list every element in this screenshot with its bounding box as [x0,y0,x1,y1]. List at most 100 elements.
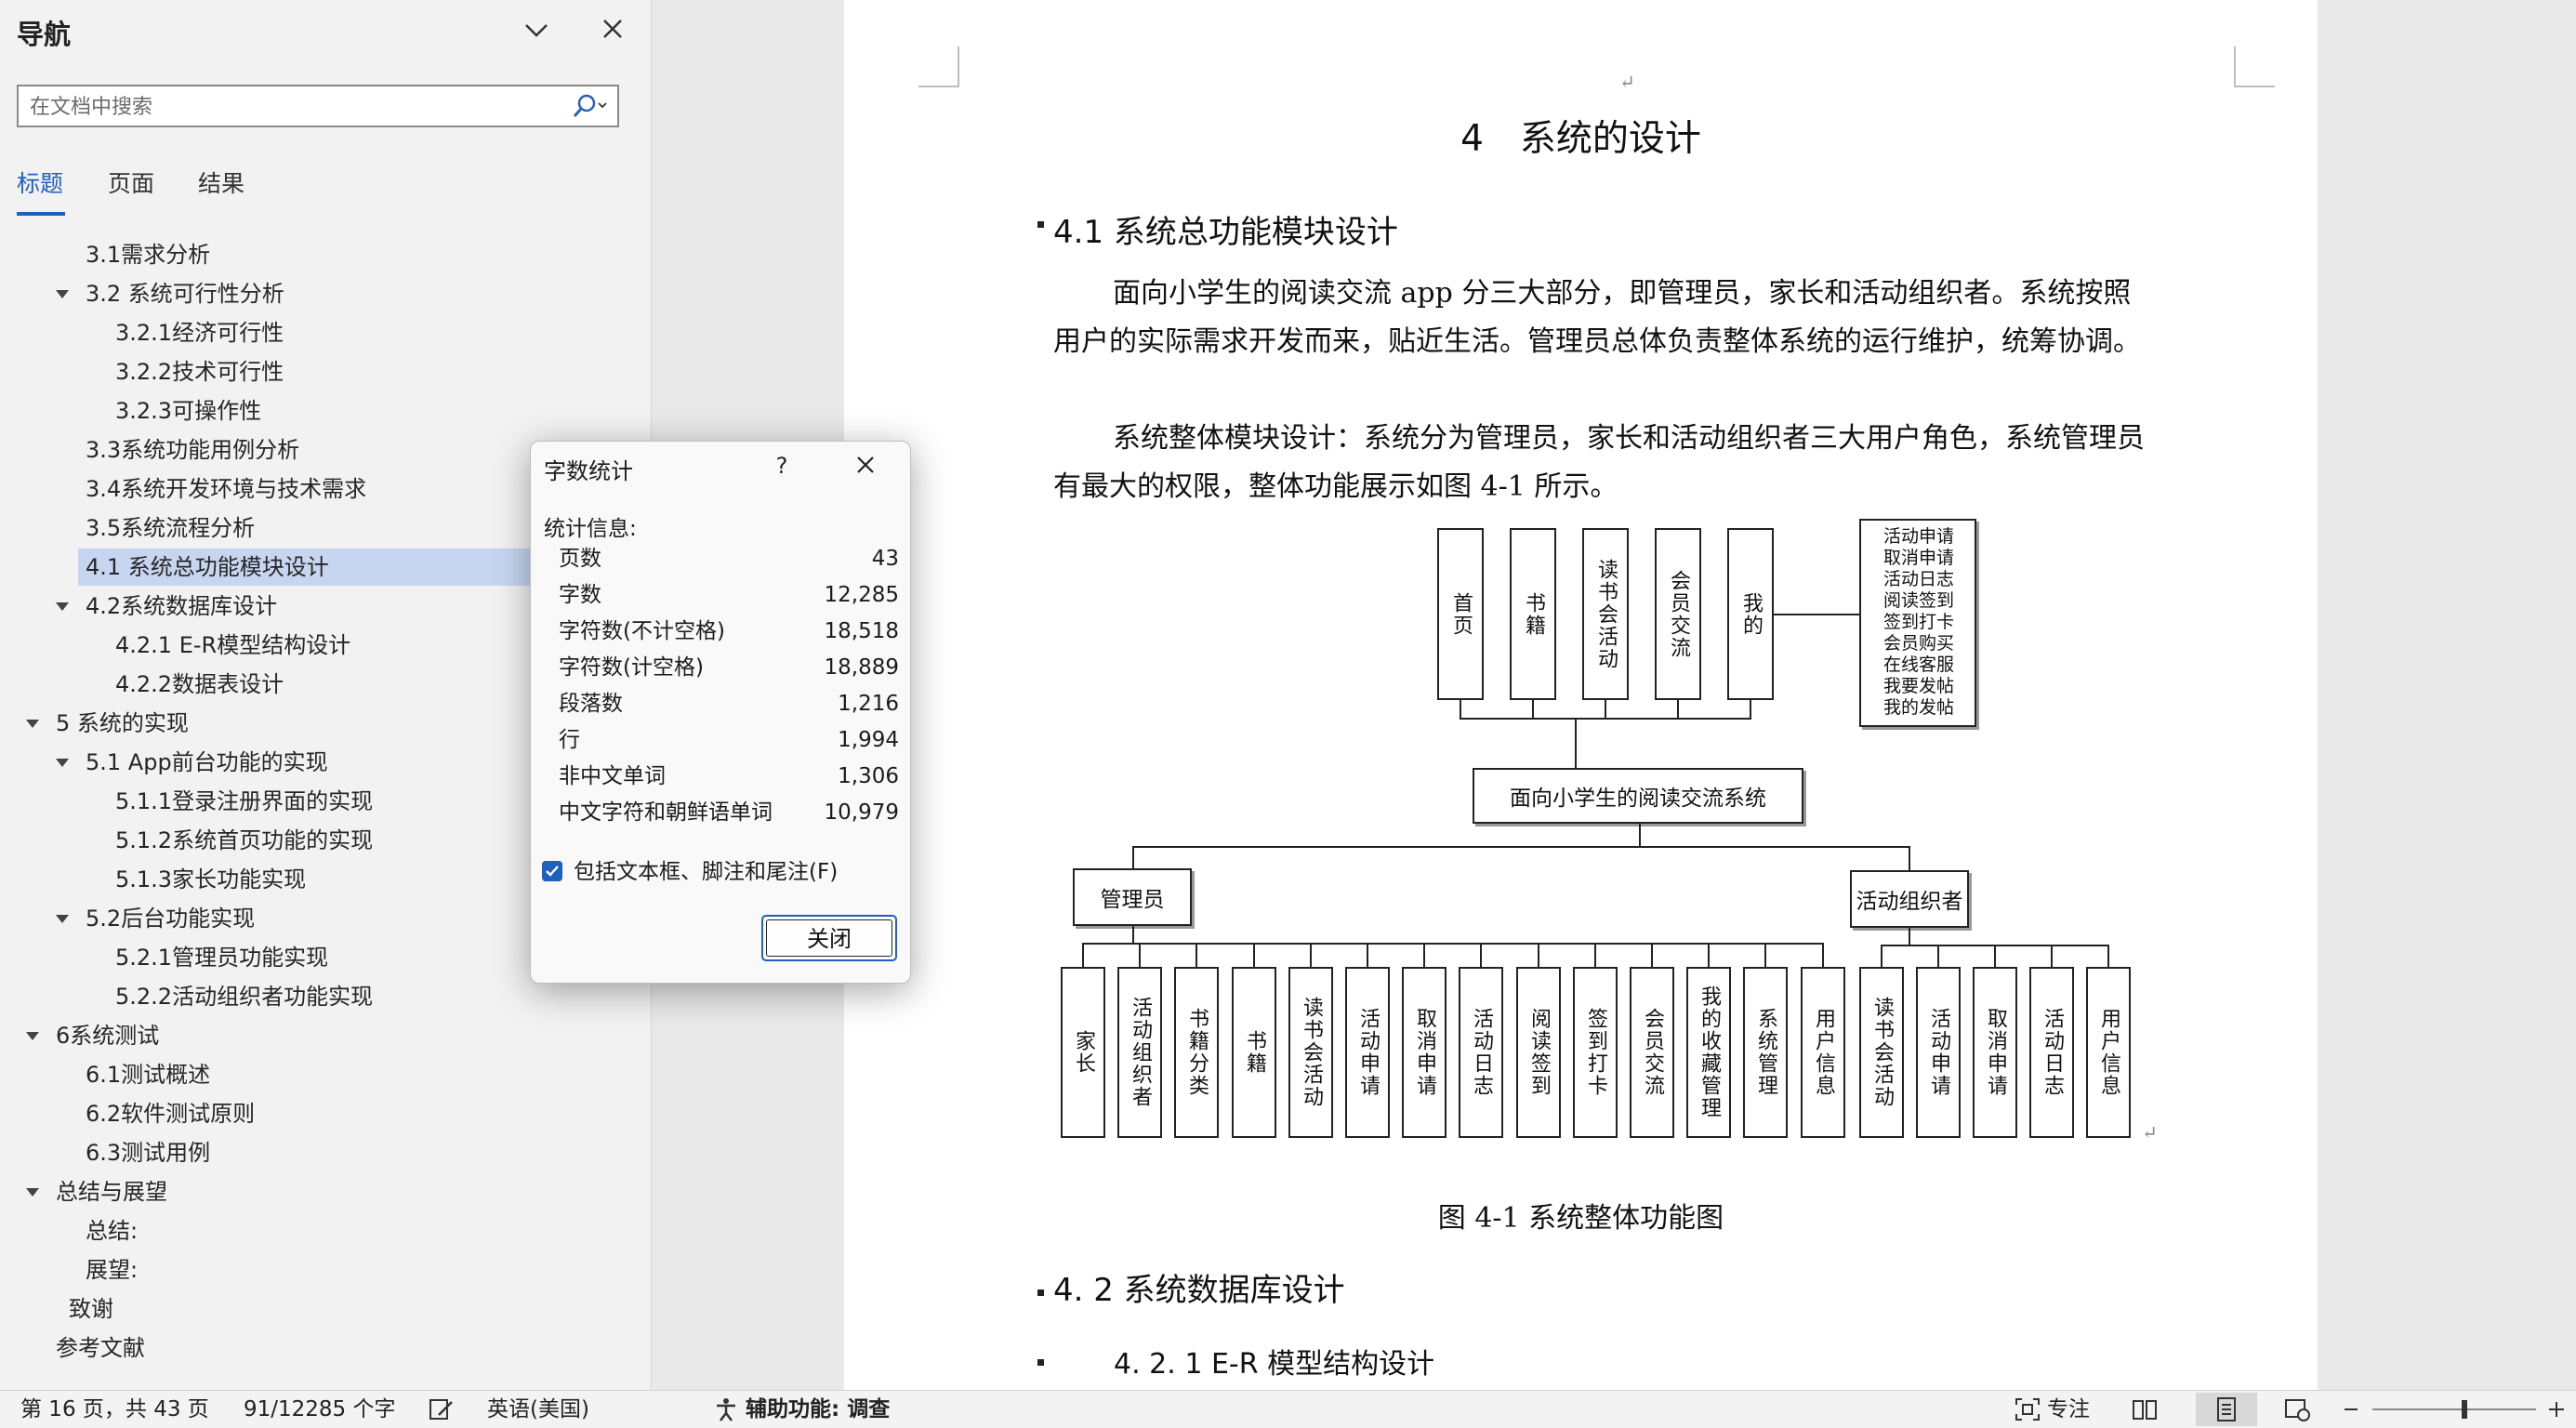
outline-item[interactable]: 3.2.2技术可行性 [115,353,284,390]
connector-line [1082,943,1084,967]
tab-pages[interactable]: 页面 [108,165,154,199]
stat-label: 字符数(不计空格) [559,619,725,643]
accessibility-icon[interactable] [712,1396,740,1422]
expand-caret-icon[interactable] [26,1032,39,1040]
page-indicator[interactable]: 第 16 页，共 43 页 [20,1395,209,1423]
document-area: ↵ 4 系统的设计 4.1 系统总功能模块设计 面向小学生的阅读交流 app 分… [652,0,2576,1390]
checkbox[interactable] [542,861,562,881]
connector-line [1909,928,1910,945]
proofing-icon[interactable] [428,1396,456,1422]
close-button[interactable]: 关闭 [761,915,897,961]
stat-row: 行 1,994 [559,722,899,758]
outline-item[interactable]: 总结: [86,1212,138,1250]
word-count-dialog: 字数统计 ? 统计信息: 页数 43 字数 12,285 字符数(不计空格) 18,518… [530,441,911,984]
expand-caret-icon[interactable] [26,720,39,728]
outline-item[interactable]: 3.3系统功能用例分析 [86,431,299,469]
stat-value: 1,306 [838,764,899,788]
connector-line [1132,926,1134,943]
focus-mode-button[interactable]: 专注 [2047,1395,2090,1423]
print-layout-icon[interactable] [2213,1396,2240,1422]
diagram-box-label: 首页 [1449,591,1473,637]
word-count-indicator[interactable]: 91/12285 个字 [244,1395,396,1423]
expand-caret-icon[interactable] [56,915,69,923]
admin-function-box: 取消申请 [1402,967,1447,1138]
heading-bullet [1037,1359,1044,1366]
outline-item[interactable]: 3.2 系统可行性分析 [86,275,284,312]
outline-item[interactable]: 3.2.3可操作性 [115,392,261,430]
connector-line [1708,943,1710,967]
search-icon[interactable] [571,92,608,120]
outline-item[interactable]: 5.1.3家长功能实现 [115,861,306,898]
admin-function-box: 签到打卡 [1573,967,1618,1138]
outline-item[interactable]: 4.2.1 E-R模型结构设计 [115,627,350,664]
diagram-box-label: 读书会活动 [1594,558,1618,670]
tab-results[interactable]: 结果 [198,165,244,199]
connector-line [1605,700,1606,719]
expand-caret-icon[interactable] [26,1188,39,1197]
document-page[interactable]: ↵ 4 系统的设计 4.1 系统总功能模块设计 面向小学生的阅读交流 app 分… [844,0,2318,1390]
read-mode-icon[interactable] [2131,1396,2159,1422]
diagram-box-label: 用户信息 [2097,1008,2120,1097]
expand-caret-icon[interactable] [56,602,69,611]
outline-item[interactable]: 5.2后台功能实现 [86,900,255,937]
organizer-box: 活动组织者 [1850,870,1969,928]
crop-mark [2234,46,2275,87]
help-button[interactable]: ? [767,451,797,481]
outline-item-label: 5.2.2活动组织者功能实现 [115,984,374,1010]
tab-headings[interactable]: 标题 [17,165,63,199]
accessibility-status[interactable]: 辅助功能: 调查 [746,1395,890,1423]
zoom-slider[interactable] [2343,1396,2566,1422]
close-icon[interactable] [597,13,628,45]
outline-item[interactable]: 3.5系统流程分析 [86,509,255,547]
outline-item[interactable]: 总结与展望 [56,1173,167,1210]
expand-caret-icon[interactable] [56,290,69,298]
module-box: 会员交流 [1655,528,1701,700]
outline-item[interactable]: 5 系统的实现 [56,705,189,742]
outline-item[interactable]: 6系统测试 [56,1017,159,1054]
chevron-down-icon[interactable] [521,15,552,46]
outline-item[interactable]: 3.1需求分析 [86,236,210,273]
outline-item[interactable]: 4.2系统数据库设计 [86,588,277,625]
stat-value: 1,994 [838,728,899,752]
section-heading-4-1: 4.1 系统总功能模块设计 [1053,214,1398,251]
function-list-box: 活动申请 取消申请 活动日志 阅读签到 签到打卡 会员购买 在线客服 我要发帖 我的发帖 [1859,519,1976,727]
outline-item[interactable]: 5.1 App前台功能的实现 [86,744,328,781]
outline-item-label: 总结: [86,1218,139,1244]
outline-item-label: 3.2 系统可行性分析 [86,281,284,307]
expand-caret-icon[interactable] [56,759,69,767]
outline-item-label: 3.5系统流程分析 [86,515,256,541]
stat-row: 中文字符和朝鲜语单词 10,979 [559,795,899,830]
outline-item[interactable]: 参考文献 [56,1329,145,1367]
diagram-box-label: 活动组织者 [1129,997,1152,1108]
outline-item[interactable]: 6.3测试用例 [86,1134,210,1171]
outline-item[interactable]: 致谢 [69,1290,113,1328]
search-input[interactable] [28,92,571,122]
status-bar: 第 16 页，共 43 页 91/12285 个字 英语(美国) 辅助功能: 调… [0,1390,2576,1428]
outline-item[interactable]: 5.2.1管理员功能实现 [115,939,328,976]
outline-item[interactable]: 5.1.2系统首页功能的实现 [115,822,373,859]
connector-line [1677,700,1679,719]
outline-item[interactable]: 3.2.1经济可行性 [115,314,284,351]
outline-item[interactable]: 6.2软件测试原则 [86,1095,255,1132]
web-layout-icon[interactable] [2283,1396,2311,1422]
admin-function-box: 会员交流 [1630,967,1674,1138]
focus-icon[interactable] [2014,1396,2041,1422]
outline-item-label: 4.2.2数据表设计 [115,671,284,697]
outline-item[interactable]: 3.4系统开发环境与技术需求 [86,470,366,508]
close-icon[interactable] [847,451,884,481]
organizer-function-box: 用户信息 [2086,967,2131,1138]
outline-item[interactable]: 5.1.1登录注册界面的实现 [115,783,373,820]
outline-item-label: 5.1.1登录注册界面的实现 [115,788,374,814]
stat-row: 段落数 1,216 [559,686,899,721]
diagram-box-label: 书籍分类 [1185,1008,1209,1097]
language-indicator[interactable]: 英语(美国) [487,1395,589,1423]
outline-item[interactable]: 展望: [86,1251,138,1289]
outline-item[interactable]: 6.1测试概述 [86,1056,210,1093]
outline-item[interactable]: 5.2.2活动组织者功能实现 [115,978,373,1015]
outline-item[interactable]: 4.2.2数据表设计 [115,666,284,703]
stat-value: 12,285 [824,583,899,607]
outline-item-label: 3.2.2技术可行性 [115,359,284,385]
heading-bullet [1037,221,1044,228]
nav-title: 导航 [17,19,72,50]
connector-line [1594,943,1596,967]
